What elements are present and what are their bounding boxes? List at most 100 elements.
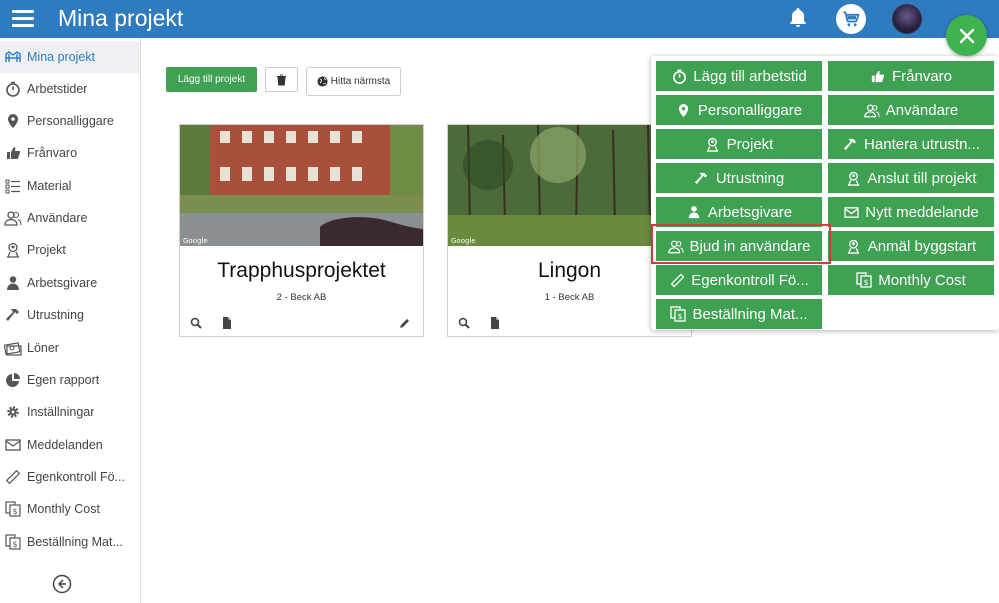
quick-action-menu: Lägg till arbetstid Frånvaro Personallig… (651, 56, 999, 330)
project-photo: Google (180, 125, 423, 246)
sidebar-item-label: Mina projekt (27, 50, 96, 64)
quick-new-message-button[interactable]: Nytt meddelande (828, 197, 994, 227)
envelope-icon (843, 204, 859, 220)
quick-menu-label: Utrustning (715, 169, 785, 187)
quick-project-button[interactable]: Projekt (656, 129, 822, 159)
gear-icon (4, 403, 22, 421)
sidebar-item-label: Löner (27, 341, 59, 355)
users-icon (863, 102, 880, 118)
quick-menu-label: Arbetsgivare (707, 203, 793, 221)
collapse-arrow-icon[interactable] (52, 574, 72, 594)
sidebar-item-projekt[interactable]: Projekt (0, 234, 140, 266)
sidebar-item-label: Användare (27, 211, 88, 225)
sidebar-item-mina-projekt[interactable]: Mina projekt (0, 41, 140, 73)
top-bar: Mina projekt (0, 0, 999, 38)
sidebar-item-label: Arbetstider (27, 82, 88, 96)
quick-employer-button[interactable]: Arbetsgivare (656, 197, 822, 227)
sidebar-item-egen-rapport[interactable]: Egen rapport (0, 364, 140, 396)
pencil-icon[interactable] (399, 316, 413, 330)
google-credit: Google (183, 237, 208, 245)
bell-icon[interactable] (786, 6, 810, 30)
quick-menu-label: Hantera utrustn... (864, 135, 980, 153)
quick-report-construction-start-button[interactable]: Anmäl byggstart (828, 231, 994, 261)
sidebar: Mina projekt Arbetstider Personalliggare… (0, 38, 141, 603)
quick-material-order-button[interactable]: $ Beställning Mat... (656, 299, 822, 329)
quick-absence-button[interactable]: Frånvaro (828, 61, 994, 91)
google-credit: Google (451, 237, 476, 245)
find-nearest-button[interactable]: Hitta närmsta (306, 67, 401, 96)
thumb-icon (870, 68, 886, 84)
document-icon[interactable] (222, 316, 236, 330)
quick-users-button[interactable]: Användare (828, 95, 994, 125)
sidebar-item-label: Inställningar (27, 405, 95, 419)
trash-icon[interactable] (265, 67, 298, 92)
sidebar-item-loner[interactable]: Löner (0, 332, 140, 364)
users-icon (667, 238, 684, 254)
pie-chart-icon (4, 371, 22, 389)
hamburger-menu-icon[interactable] (12, 7, 34, 29)
search-icon[interactable] (190, 316, 204, 330)
sidebar-item-arbetsgivare[interactable]: Arbetsgivare (0, 267, 140, 299)
globe-icon (317, 76, 328, 87)
cart-icon[interactable] (836, 4, 866, 34)
sidebar-item-arbetstider[interactable]: Arbetstider (0, 73, 140, 105)
quick-add-worktime-button[interactable]: Lägg till arbetstid (656, 61, 822, 91)
quick-join-project-button[interactable]: Anslut till projekt (828, 163, 994, 193)
sidebar-item-label: Personalliggare (27, 114, 114, 128)
svg-text:$: $ (678, 312, 683, 321)
project-title: Trapphusprojektet (217, 259, 386, 282)
user-avatar[interactable] (892, 4, 922, 34)
hammer-icon (694, 170, 710, 186)
sidebar-item-label: Monthly Cost (27, 502, 100, 516)
quick-menu-label: Frånvaro (891, 67, 953, 85)
hammer-icon (842, 136, 858, 152)
sidebar-item-franvaro[interactable]: Frånvaro (0, 137, 140, 169)
users-icon (4, 209, 22, 227)
close-icon (959, 28, 974, 43)
quick-menu-label: Personalliggare (697, 101, 803, 119)
project-card[interactable]: Google Trapphusprojektet 2 - Beck AB (179, 124, 424, 337)
copy-dollar-icon: $ (4, 500, 22, 518)
svg-text:$: $ (864, 278, 869, 287)
sidebar-item-personalliggare[interactable]: Personalliggare (0, 105, 140, 137)
document-icon[interactable] (490, 316, 504, 330)
sidebar-item-label: Material (27, 179, 72, 193)
sidebar-item-utrustning[interactable]: Utrustning (0, 299, 140, 331)
close-menu-button[interactable] (946, 15, 987, 56)
sidebar-item-anvandare[interactable]: Användare (0, 202, 140, 234)
quick-monthly-cost-button[interactable]: $ Monthly Cost (828, 265, 994, 295)
quick-invite-user-button[interactable]: Bjud in användare (656, 231, 822, 261)
location-person-icon (705, 136, 721, 152)
projects-icon (4, 48, 22, 66)
sidebar-item-bestallning[interactable]: $ Beställning Mat... (0, 526, 140, 558)
sidebar-item-label: Meddelanden (27, 438, 103, 452)
svg-text:$: $ (12, 507, 17, 516)
hammer-icon (4, 306, 22, 324)
quick-menu-label: Anmäl byggstart (867, 237, 977, 255)
quick-self-inspection-button[interactable]: Egenkontroll Fö... (656, 265, 822, 295)
quick-menu-label: Anslut till projekt (867, 169, 977, 187)
list-icon (4, 177, 22, 195)
quick-menu-label: Beställning Mat... (692, 305, 808, 323)
sidebar-item-monthly-cost[interactable]: $ Monthly Cost (0, 493, 140, 525)
add-project-button[interactable]: Lägg till projekt (166, 67, 257, 92)
ruler-icon (669, 272, 685, 288)
quick-menu-label: Användare (885, 101, 959, 119)
quick-equipment-button[interactable]: Utrustning (656, 163, 822, 193)
sidebar-item-label: Beställning Mat... (27, 535, 123, 549)
sidebar-item-material[interactable]: Material (0, 170, 140, 202)
quick-staff-register-button[interactable]: Personalliggare (656, 95, 822, 125)
find-nearest-label: Hitta närmsta (330, 76, 391, 87)
sidebar-item-meddelanden[interactable]: Meddelanden (0, 429, 140, 461)
quick-menu-label: Monthly Cost (878, 271, 966, 289)
search-icon[interactable] (458, 316, 472, 330)
sidebar-item-label: Projekt (27, 243, 66, 257)
sidebar-item-egenkontroll[interactable]: Egenkontroll Fö... (0, 461, 140, 493)
copy-dollar-icon: $ (670, 306, 687, 322)
stopwatch-icon (671, 68, 687, 84)
person-icon (4, 274, 22, 292)
quick-manage-equipment-button[interactable]: Hantera utrustn... (828, 129, 994, 159)
copy-dollar-icon: $ (4, 533, 22, 551)
thumb-icon (4, 144, 22, 162)
sidebar-item-installningar[interactable]: Inställningar (0, 396, 140, 428)
